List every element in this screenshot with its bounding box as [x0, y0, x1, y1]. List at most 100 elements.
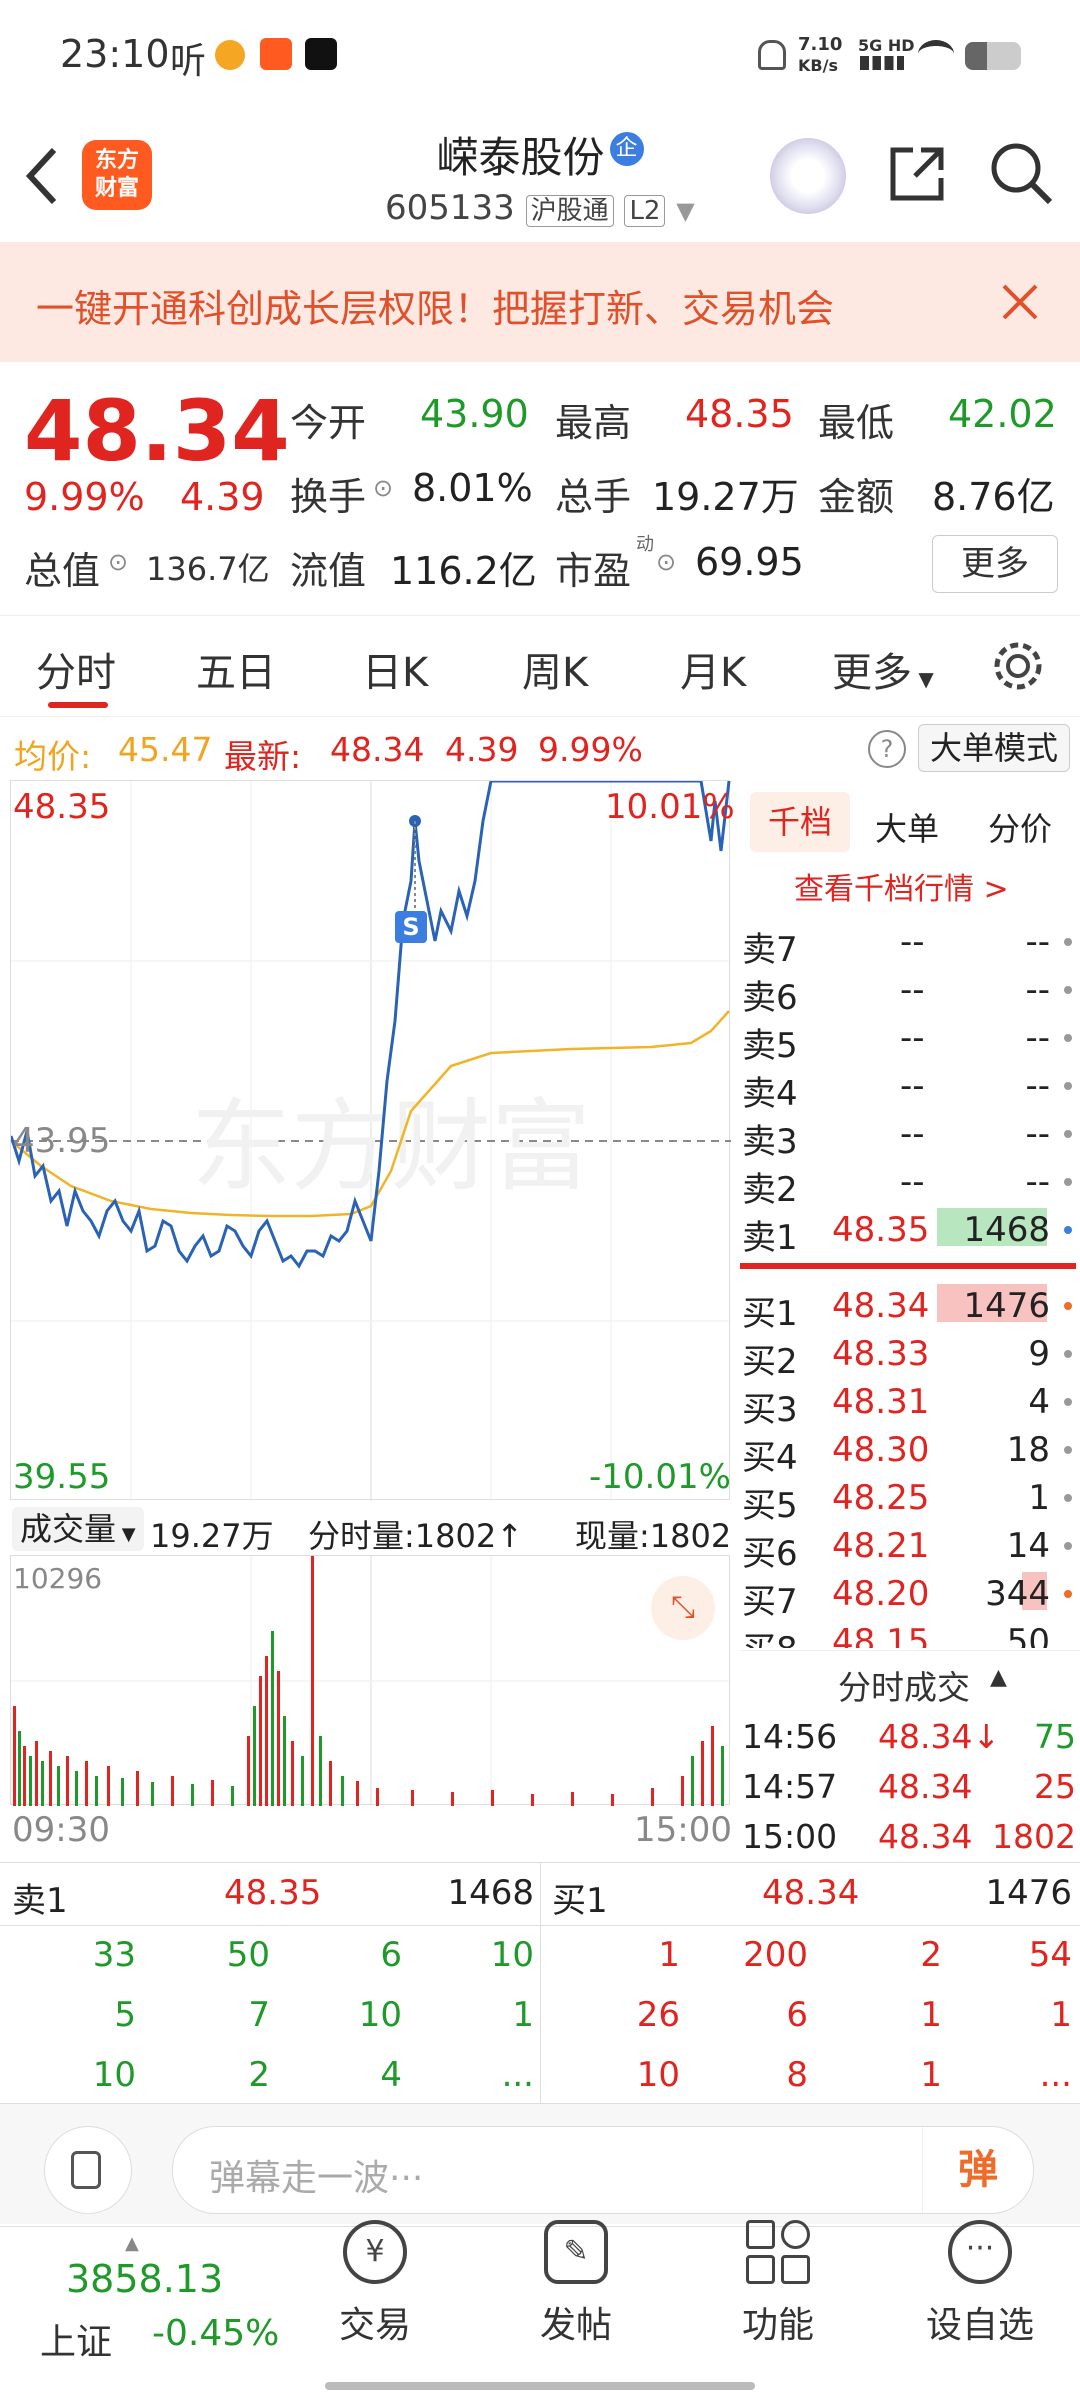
home-indicator[interactable] — [325, 2382, 755, 2390]
bid-price: 48.34 — [832, 1286, 930, 1326]
sell-marker[interactable]: S — [395, 911, 427, 943]
nav-post[interactable]: ✎ 发帖 — [506, 2220, 646, 2348]
comment-bar: 弹幕走一波··· 弹 — [0, 2104, 1080, 2224]
tick-price: 48.34↓ — [878, 1717, 1001, 1756]
close-icon[interactable] — [1000, 282, 1040, 322]
edit-pencil-icon: ✎ — [544, 2220, 608, 2284]
back-arrow-icon[interactable] — [22, 146, 62, 206]
tab-daily-k[interactable]: 日K — [362, 640, 428, 698]
stock-title[interactable]: 嵘泰股份 企 — [380, 124, 700, 185]
expand-icon[interactable]: ⤡ — [651, 1576, 715, 1640]
expand-up-icon[interactable]: ▲ — [125, 2233, 139, 2254]
pe-value: 69.95 — [695, 540, 804, 584]
open-value: 43.90 — [420, 392, 529, 436]
info-icon[interactable]: ⊙ — [108, 548, 128, 576]
high-label: 最高 — [555, 401, 632, 445]
float-label: 流值 — [290, 549, 367, 593]
comment-settings-glyph — [71, 2151, 101, 2189]
stock-code-row: 605133 沪股通 L2 ▼ — [385, 188, 695, 228]
mute-icon — [758, 40, 786, 70]
status-dot — [1064, 1130, 1072, 1138]
tab-price-distribution[interactable]: 分价 — [988, 804, 1052, 850]
queue-buy-order: 1 — [658, 1935, 680, 1975]
ask-row: 卖6 -- -- — [740, 966, 1080, 1018]
avg-label: 均价: — [14, 737, 92, 776]
intraday-price-chart[interactable]: 东方财富 S 48.35 43.95 39.55 10.01% -10.01% — [10, 780, 735, 1501]
status-dot — [1064, 1542, 1072, 1550]
tick-time: 14:56 — [742, 1717, 838, 1756]
promo-banner[interactable]: 一键开通科创成长层权限！把握打新、交易机会 — [0, 242, 1080, 362]
big-order-mode-button[interactable]: 大单模式 — [918, 724, 1070, 772]
status-dot — [1064, 1350, 1072, 1358]
grid-apps-icon — [746, 2220, 810, 2284]
danmaku-button[interactable]: 弹 — [922, 2127, 1033, 2213]
status-dot — [1064, 1034, 1072, 1042]
share-icon[interactable] — [885, 142, 949, 206]
amount-label: 金额 — [818, 475, 895, 519]
volume-chart-svg — [11, 1556, 731, 1806]
volume-value: 19.27万 — [652, 475, 799, 519]
info-icon[interactable]: ⊙ — [656, 548, 676, 576]
nav-watchlist[interactable]: ··· 设自选 — [910, 2220, 1050, 2348]
ask-price: -- — [900, 970, 925, 1010]
tab-weekly-k[interactable]: 周K — [522, 640, 588, 698]
bid-price: 48.31 — [832, 1382, 930, 1422]
queue-buy-order: 2 — [920, 1935, 942, 1975]
nav-functions[interactable]: 功能 — [708, 2220, 848, 2348]
trade-yen-icon: ¥ — [343, 2220, 407, 2284]
collapse-icon[interactable]: ▲ — [990, 1665, 1007, 1690]
ask-volume: 1468 — [963, 1210, 1050, 1250]
tick-time: 14:57 — [742, 1767, 838, 1806]
comment-settings-icon[interactable] — [44, 2126, 132, 2214]
help-icon[interactable]: ? — [868, 730, 906, 768]
queue-sell-more[interactable]: ... — [502, 2055, 534, 2095]
bid-label: 买3 — [742, 1390, 798, 1430]
dropdown-icon[interactable]: ▼ — [676, 197, 694, 225]
queue-buy-more[interactable]: ... — [1040, 2055, 1072, 2095]
volume-total: 19.27万 — [150, 1517, 274, 1555]
bid-label: 买5 — [742, 1486, 798, 1526]
stock-code: 605133 — [385, 188, 515, 228]
volume-max-label: 10296 — [13, 1562, 103, 1595]
queue-buy-order: 200 — [743, 1935, 808, 1975]
tab-big-orders[interactable]: 大单 — [875, 804, 939, 850]
volume-chart[interactable]: 10296 ⤡ — [10, 1555, 731, 1806]
tab-full-depth[interactable]: 千档 — [750, 792, 850, 852]
nav-trade[interactable]: ¥ 交易 — [305, 2220, 445, 2348]
ask-row-1: 卖1 48.35 1468 — [740, 1206, 1080, 1258]
tab-five-day[interactable]: 五日 — [196, 640, 276, 698]
ask-label: 卖4 — [742, 1074, 798, 1114]
nav-post-label: 发帖 — [539, 2305, 612, 2346]
spread-divider — [740, 1263, 1076, 1269]
network-type: 5G HD — [858, 36, 915, 55]
tab-monthly-k[interactable]: 月K — [680, 640, 746, 698]
bid-row: 买3 48.31 4 — [740, 1378, 1080, 1430]
queue-divider — [540, 1863, 541, 2103]
queue-sell-order: 4 — [380, 2055, 402, 2095]
tab-more[interactable]: 更多 ▼ — [832, 640, 934, 698]
queue-buy-order: 1 — [920, 1995, 942, 2035]
tick-time: 15:00 — [742, 1817, 838, 1856]
comment-input[interactable]: 弹幕走一波··· 弹 — [172, 2126, 1034, 2214]
bid-label: 买6 — [742, 1534, 798, 1574]
ask-volume: -- — [1025, 1066, 1050, 1106]
volume-dropdown[interactable]: 成交量 ▼ — [12, 1507, 144, 1551]
pe-label: 市盈 — [555, 549, 632, 593]
tick-panel[interactable]: 分时成交 ▲ 14:56 48.34↓ 75 14:57 48.34 25 15… — [740, 1650, 1080, 1866]
tab-intraday[interactable]: 分时 — [36, 640, 116, 698]
ai-assistant-icon[interactable] — [770, 138, 846, 214]
order-queue: 卖1 48.35 1468 买1 48.34 1476 33 50 6 10 5… — [0, 1862, 1080, 2104]
settings-gear-icon[interactable] — [990, 638, 1046, 694]
ask-price: 48.35 — [832, 1210, 930, 1250]
more-button[interactable]: 更多 — [932, 535, 1058, 593]
view-depth-link[interactable]: 查看千档行情 > — [794, 864, 1009, 908]
banner-text: 一键开通科创成长层权限！把握打新、交易机会 — [36, 287, 835, 331]
index-value[interactable]: 3858.13 — [66, 2257, 223, 2301]
latest-value: 48.34 — [330, 730, 425, 769]
info-icon[interactable]: ⊙ — [373, 474, 393, 502]
search-icon[interactable] — [988, 140, 1054, 206]
index-change: -0.45% — [152, 2313, 280, 2354]
ask-price: -- — [900, 922, 925, 962]
tiktok-icon — [305, 38, 337, 70]
tab-more-label: 更多 — [832, 650, 912, 696]
